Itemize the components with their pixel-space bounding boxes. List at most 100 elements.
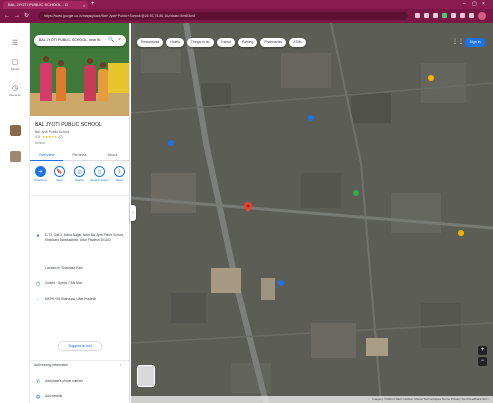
menu-icon: ☰: [11, 40, 19, 47]
recents-label: Recents: [9, 93, 21, 97]
chip-atms[interactable]: ATMs: [289, 38, 306, 47]
suggest-edit-button[interactable]: Suggest an edit: [58, 341, 102, 351]
place-tabs: Overview Reviews About: [30, 151, 129, 161]
review-count[interactable]: (2): [59, 135, 63, 140]
satellite-map[interactable]: [131, 23, 493, 403]
recent-place-thumbnail[interactable]: [10, 151, 21, 162]
back-button[interactable]: ←: [4, 12, 10, 20]
place-title: BAL JYOTI PUBLIC SCHOOL: [35, 122, 102, 128]
new-tab-button[interactable]: +: [91, 1, 95, 8]
tab-reviews[interactable]: Reviews: [63, 151, 96, 160]
bookmark-icon: ▢: [11, 59, 19, 66]
photo-person: [98, 69, 108, 101]
location-pin-icon: ●: [36, 233, 40, 239]
minimize-icon[interactable]: –: [463, 1, 466, 8]
rating-value: 4.5: [35, 135, 40, 139]
nearby-icon: ◎: [74, 166, 85, 177]
add-phone-row[interactable]: ✆ Add place's phone number: [34, 379, 126, 385]
address-text: C-73, Gali 3, Indira Nagar, Near Bal Jyo…: [45, 233, 124, 242]
forward-button[interactable]: →: [14, 12, 20, 20]
photo-person-head: [87, 58, 93, 64]
extension-icon[interactable]: [415, 13, 420, 18]
bookmark-icon: 🔖: [54, 166, 65, 177]
extension-icon[interactable]: [442, 13, 447, 18]
recents-button[interactable]: ◷ Recents: [8, 85, 22, 97]
divider: [30, 360, 129, 361]
phone-icon: ✆: [35, 379, 41, 385]
nearby-label: Nearby: [74, 178, 85, 182]
history-icon: ◷: [11, 85, 19, 92]
share-button[interactable]: ⇪ Share: [110, 166, 129, 183]
clock-icon: ◷: [35, 281, 41, 287]
save-button[interactable]: 🔖 Save: [50, 166, 69, 183]
zoom-in-button[interactable]: +: [478, 346, 487, 355]
plus-code-icon: ⁘: [35, 297, 41, 303]
tab-about[interactable]: About: [96, 151, 129, 160]
chip-hotels[interactable]: Hotels: [166, 38, 184, 47]
tab-overview[interactable]: Overview: [30, 151, 63, 161]
chip-restaurants[interactable]: Restaurants: [137, 38, 164, 47]
directions-label: Directions: [34, 178, 47, 182]
star-rating-icon: ★★★★★: [42, 135, 57, 139]
phone-icon: ▯: [94, 166, 105, 177]
nearby-button[interactable]: ◎ Nearby: [70, 166, 89, 183]
add-info-row: Add missing information ›: [34, 363, 126, 369]
globe-icon: ◍: [35, 394, 41, 400]
maximize-icon[interactable]: ▢: [472, 1, 477, 8]
plus-code-text: MXPH+V8 Shahdara, Uttar Pradesh: [45, 297, 97, 301]
address-bar[interactable]: https://www.google.co.in/maps/place/Bal+…: [38, 12, 408, 20]
chip-transit[interactable]: Transit: [216, 38, 235, 47]
collapse-panel-button[interactable]: ‹: [130, 205, 136, 221]
photo-person: [56, 67, 66, 101]
add-website-text: Add website: [45, 394, 63, 398]
photo-person-head: [58, 60, 64, 66]
extension-icon[interactable]: [424, 13, 429, 18]
place-panel: BAL JYOTI PUBLIC SCHOOL, near Bi 🔍 × BAL…: [30, 23, 130, 403]
map-imagery: [131, 23, 493, 403]
saved-label: Saved: [10, 67, 20, 71]
divider: [30, 195, 129, 196]
recent-place-thumbnail[interactable]: [10, 125, 21, 136]
search-icon[interactable]: 🔍: [108, 35, 114, 46]
attribution-bar: Imagery ©2023 CNES / Airbus, Maxar Techn…: [131, 396, 493, 403]
chip-things-to-do[interactable]: Things to do: [186, 38, 214, 47]
close-icon[interactable]: ×: [118, 35, 121, 46]
photo-person-head: [100, 62, 106, 68]
located-in-row[interactable]: Located in: Shahdara Park: [34, 266, 126, 272]
plus-code-row[interactable]: ⁘ MXPH+V8 Shahdara, Uttar Pradesh: [34, 297, 126, 303]
tab-title: BAL JYOTI PUBLIC SCHOOL - G: [8, 2, 68, 7]
hours-text: Closed · Opens 7 AM Mon: [45, 281, 83, 285]
save-label: Save: [56, 178, 63, 182]
directions-button[interactable]: ➜ Directions: [31, 166, 50, 183]
sign-in-button[interactable]: Sign in: [465, 38, 485, 47]
photo-person: [40, 63, 52, 101]
profile-avatar[interactable]: [478, 12, 486, 20]
reload-button[interactable]: ↻: [24, 12, 29, 20]
chip-parking[interactable]: Parking: [237, 38, 258, 47]
extension-icon[interactable]: [469, 13, 474, 18]
extension-icon[interactable]: [451, 13, 456, 18]
search-input[interactable]: BAL JYOTI PUBLIC SCHOOL, near Bi 🔍 ×: [34, 35, 126, 46]
layers-button[interactable]: [137, 365, 155, 387]
extension-icon[interactable]: [433, 13, 438, 18]
chip-pharmacies[interactable]: Pharmacies: [260, 38, 287, 47]
location-pin-icon[interactable]: [244, 202, 252, 212]
photo-person: [84, 65, 96, 101]
address-row[interactable]: ● C-73, Gali 3, Indira Nagar, Near Bal J…: [34, 233, 126, 253]
hours-row[interactable]: ◷ Closed · Opens 7 AM Mon: [34, 281, 126, 287]
add-phone-text: Add place's phone number: [45, 379, 83, 383]
add-website-row[interactable]: ◍ Add website: [34, 394, 126, 400]
menu-button[interactable]: ☰: [8, 40, 22, 48]
chevron-icon[interactable]: ›: [120, 363, 121, 368]
extension-icon[interactable]: [460, 13, 465, 18]
browser-tab[interactable]: BAL JYOTI PUBLIC SCHOOL - G ×: [3, 1, 88, 9]
tab-close-icon[interactable]: ×: [83, 2, 85, 9]
browser-toolbar: ← → ↻ https://www.google.co.in/maps/plac…: [0, 9, 493, 23]
map-controls: + −: [478, 346, 487, 368]
send-to-phone-label: Send to phone: [90, 178, 109, 182]
window-close-icon[interactable]: ×: [482, 1, 485, 8]
zoom-out-button[interactable]: −: [478, 357, 487, 366]
send-to-phone-button[interactable]: ▯ Send to phone: [90, 166, 109, 183]
place-category[interactable]: School: [35, 141, 45, 146]
saved-button[interactable]: ▢ Saved: [8, 59, 22, 71]
